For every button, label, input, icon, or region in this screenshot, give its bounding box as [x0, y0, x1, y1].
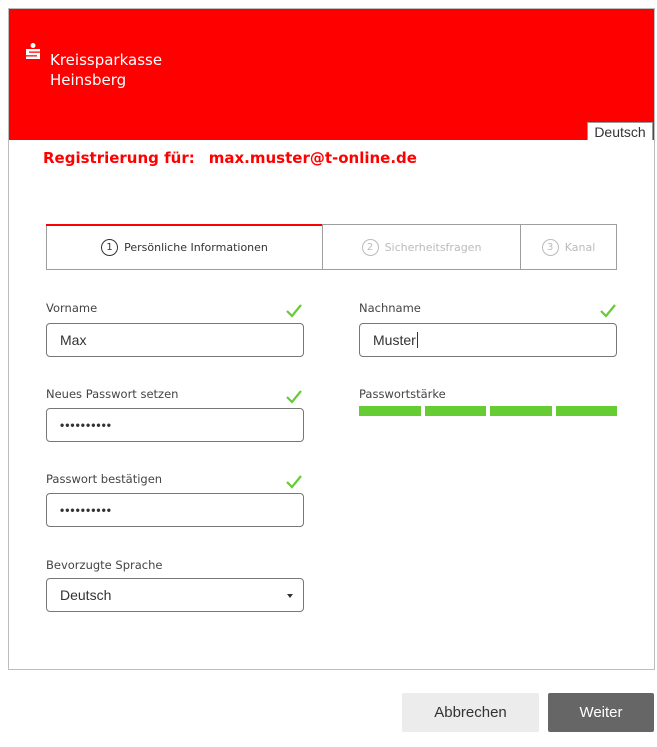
first-name-input[interactable]: Max [46, 323, 304, 357]
confirm-password-input[interactable]: •••••••••• [46, 493, 304, 527]
last-name-input[interactable]: Muster [359, 323, 617, 357]
bank-name: Kreissparkasse Heinsberg [50, 50, 162, 90]
step-number-2: 2 [361, 238, 379, 256]
registration-label: Registrierung für: [43, 149, 195, 167]
step-channel[interactable]: 3 Kanal [520, 225, 616, 269]
language-select-value: Deutsch [60, 587, 112, 603]
strength-segment [490, 406, 552, 416]
step-label-3: Kanal [564, 240, 596, 254]
password-strength-label: Passwortstärke [359, 387, 446, 401]
dropdown-caret-icon [287, 594, 293, 598]
new-password-label: Neues Passwort setzen [46, 387, 179, 401]
confirm-password-label: Passwort bestätigen [46, 472, 163, 486]
language-select[interactable]: Deutsch [46, 578, 304, 612]
language-label: Bevorzugte Sprache [46, 558, 163, 572]
step-personal-info[interactable]: 1 Persönliche Informationen [46, 224, 322, 269]
strength-segment [555, 406, 617, 416]
bank-name-line1: Kreissparkasse [50, 51, 163, 69]
confirm-password-value: •••••••••• [60, 503, 113, 517]
step-label-1: Persönliche Informationen [124, 240, 268, 254]
checkmark-icon [600, 304, 616, 318]
text-cursor [416, 332, 418, 348]
language-button[interactable]: Deutsch [587, 122, 653, 140]
header-banner: Kreissparkasse Heinsberg Deutsch [9, 9, 654, 140]
registration-email: max.muster@t-online.de [208, 149, 417, 167]
sparkasse-logo-icon [26, 43, 40, 59]
strength-segment [359, 406, 421, 416]
strength-segment [424, 406, 486, 416]
step-security-questions[interactable]: 2 Sicherheitsfragen [322, 225, 520, 269]
last-name-value: Muster [373, 332, 416, 348]
password-strength-meter [359, 406, 617, 416]
last-name-label: Nachname [359, 301, 421, 315]
bank-name-line2: Heinsberg [50, 71, 127, 89]
new-password-input[interactable]: •••••••••• [46, 408, 304, 442]
step-number-1: 1 [101, 238, 119, 256]
cancel-button[interactable]: Abbrechen [402, 693, 539, 732]
next-button[interactable]: Weiter [548, 693, 654, 732]
first-name-value: Max [60, 332, 87, 348]
step-indicator: 1 Persönliche Informationen 2 Sicherheit… [46, 224, 617, 270]
step-number-3: 3 [541, 238, 559, 256]
step-label-2: Sicherheitsfragen [384, 240, 482, 254]
checkmark-icon [286, 390, 302, 404]
checkmark-icon [286, 304, 302, 318]
first-name-label: Vorname [46, 301, 98, 315]
registration-heading: Registrierung für: max.muster@t-online.de [43, 149, 417, 167]
checkmark-icon [286, 475, 302, 489]
registration-card: Kreissparkasse Heinsberg Deutsch Registr… [8, 8, 655, 670]
new-password-value: •••••••••• [60, 418, 113, 432]
